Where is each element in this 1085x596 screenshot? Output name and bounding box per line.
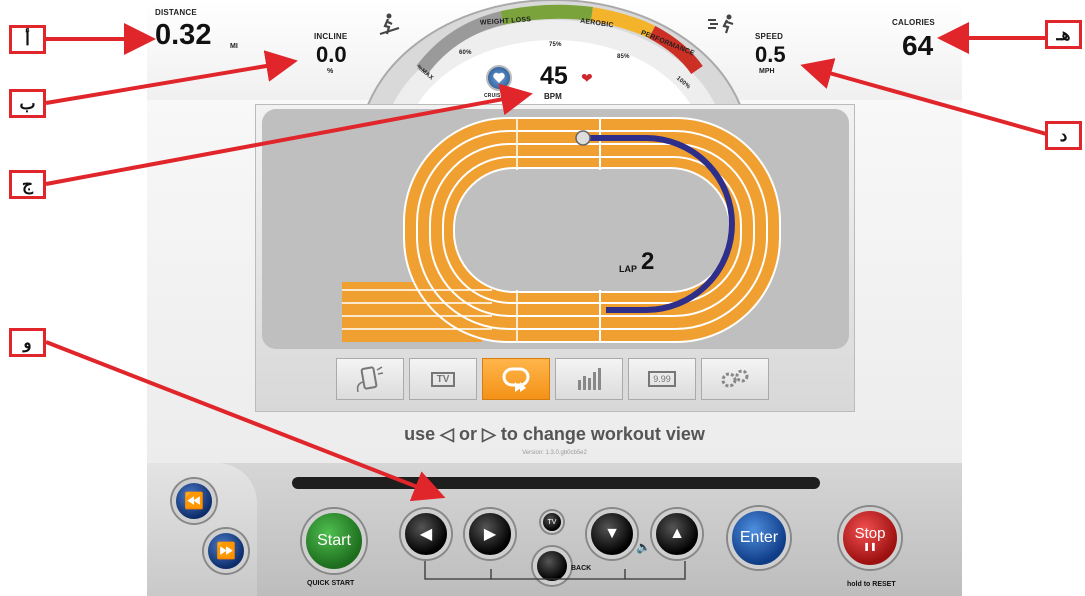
callout-alef: أ <box>9 25 46 54</box>
arrow-dal <box>800 58 1051 137</box>
callout-dal: د <box>1045 121 1082 150</box>
callout-ba: ب <box>9 89 46 118</box>
arrow-waw <box>45 340 446 502</box>
callout-waw: و <box>9 328 46 357</box>
callout-jim: ج <box>9 170 46 199</box>
arrow-ba <box>45 50 298 105</box>
callout-ha: هـ <box>1045 20 1082 49</box>
figure-canvas: DISTANCE 0.32 MI INCLINE 0.0 % SPEED 0.5… <box>0 0 1085 596</box>
callout-arrows <box>45 22 1051 502</box>
arrow-jim <box>45 83 533 186</box>
